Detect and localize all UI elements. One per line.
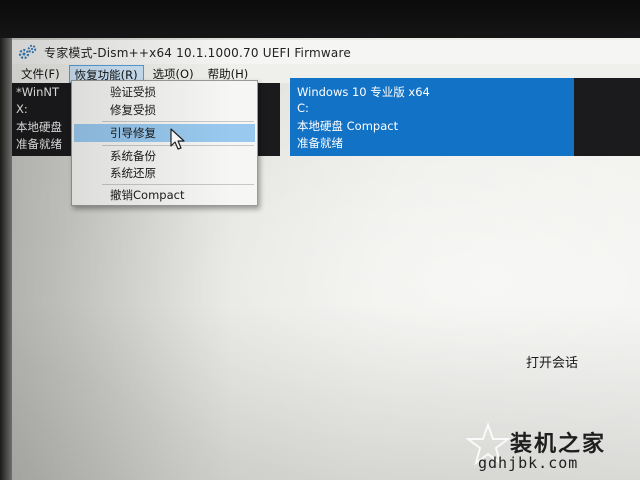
menu-separator bbox=[102, 121, 254, 122]
menu-item-system-restore[interactable]: 系统还原 bbox=[74, 164, 255, 182]
session-status: 准备就绪 bbox=[297, 136, 343, 150]
session-panel-empty bbox=[574, 78, 640, 156]
session-disk-type: 本地硬盘 bbox=[16, 120, 62, 134]
mouse-cursor-icon bbox=[170, 128, 188, 152]
window-title: 专家模式-Dism++x64 10.1.1000.70 UEFI Firmwar… bbox=[44, 45, 351, 60]
menu-item-boot-repair[interactable]: 引导修复 bbox=[74, 124, 255, 142]
recovery-dropdown-menu: 验证受损 修复受损 引导修复 系统备份 系统还原 撤销Compact bbox=[71, 80, 258, 206]
menu-item-undo-compact[interactable]: 撤销Compact bbox=[74, 186, 255, 204]
menu-item-repair-damage[interactable]: 修复受损 bbox=[74, 101, 255, 119]
menu-file[interactable]: 文件(F) bbox=[16, 65, 65, 83]
session-drive: X: bbox=[16, 102, 28, 116]
session-disk-type: 本地硬盘 Compact bbox=[297, 119, 399, 133]
session-name: *WinNT bbox=[16, 85, 59, 99]
menu-item-system-backup[interactable]: 系统备份 bbox=[74, 147, 255, 165]
session-status: 准备就绪 bbox=[16, 137, 62, 151]
menu-separator bbox=[102, 184, 254, 185]
gear-icon bbox=[18, 44, 40, 60]
menu-item-verify-damage[interactable]: 验证受损 bbox=[74, 83, 255, 101]
session-name: Windows 10 专业版 x64 bbox=[297, 85, 430, 99]
watermark: 装机之家 gdhjbk.com bbox=[466, 420, 636, 476]
title-bar: 专家模式-Dism++x64 10.1.1000.70 UEFI Firmwar… bbox=[12, 40, 640, 64]
monitor-bezel-left bbox=[0, 38, 12, 480]
monitor-bezel-top bbox=[0, 0, 640, 38]
watermark-url: gdhjbk.com bbox=[478, 454, 579, 472]
open-session-link[interactable]: 打开会话 bbox=[526, 352, 578, 371]
session-panel-windows10[interactable]: Windows 10 专业版 x64 C: 本地硬盘 Compact 准备就绪 bbox=[290, 78, 574, 156]
session-drive: C: bbox=[297, 101, 309, 115]
